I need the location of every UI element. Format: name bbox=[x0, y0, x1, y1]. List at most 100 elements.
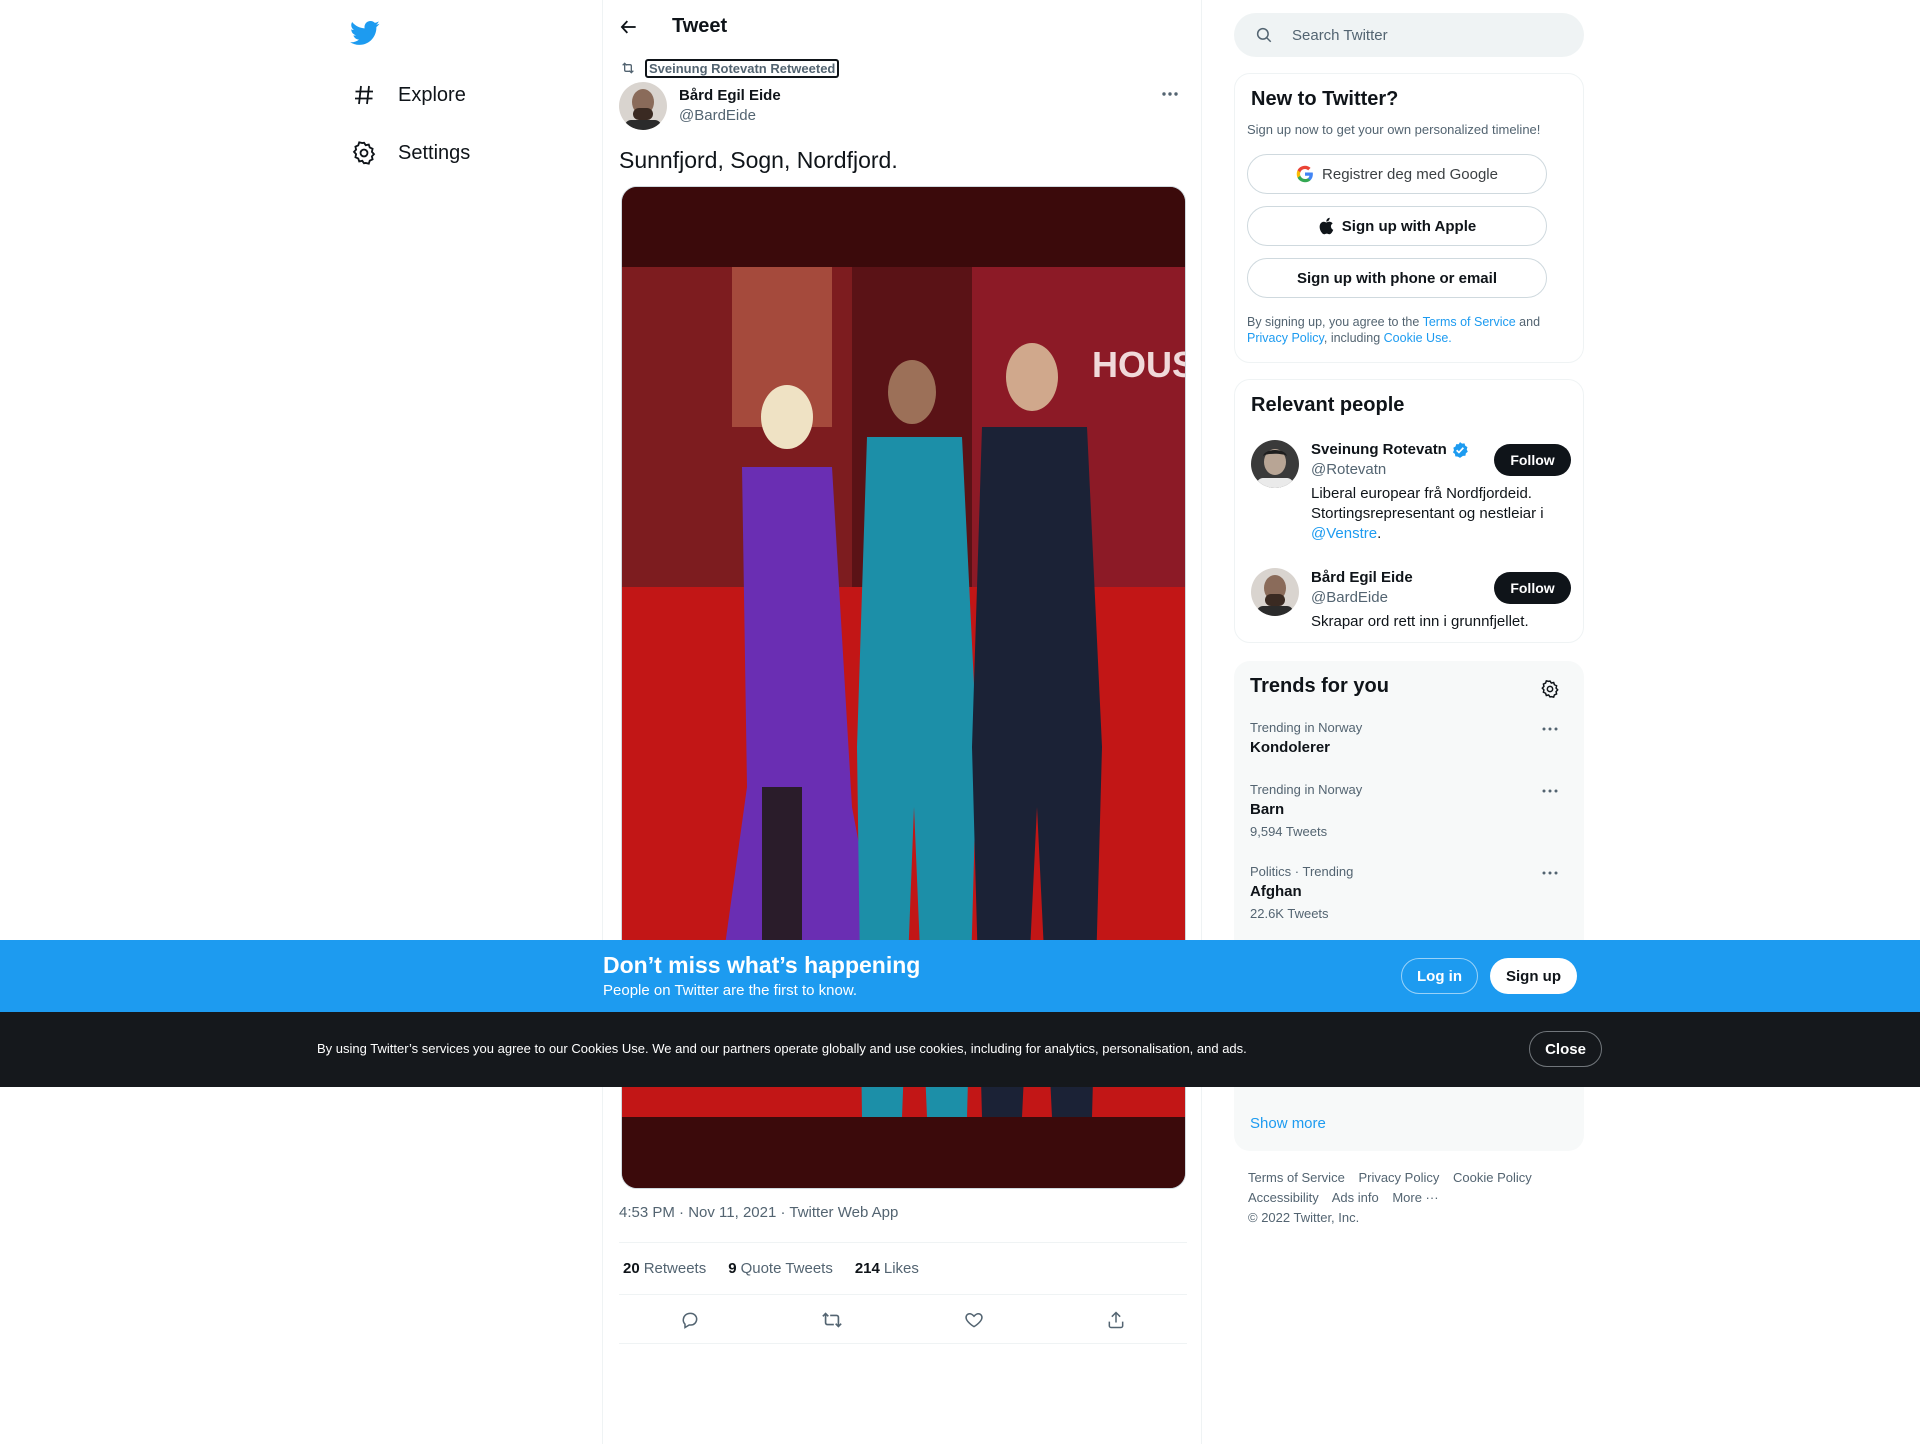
retweets-stat[interactable]: 20 Retweets bbox=[623, 1260, 706, 1277]
trend-category: Trending in Norway bbox=[1250, 782, 1363, 797]
trend-item[interactable]: Politics · Trending Afghan 22.6K Tweets bbox=[1250, 863, 1570, 925]
reply-icon bbox=[682, 1312, 698, 1329]
footer-copyright: © 2022 Twitter, Inc. bbox=[1248, 1210, 1360, 1225]
signup-button[interactable]: Sign up bbox=[1490, 958, 1577, 994]
apple-icon bbox=[1318, 217, 1334, 235]
retweeted-by: Sveinung Rotevatn Retweeted bbox=[619, 58, 840, 78]
nav-settings-label: Settings bbox=[398, 141, 471, 164]
bio-mention-link[interactable]: @Venstre bbox=[1311, 525, 1377, 542]
trend-item[interactable]: Trending in Norway Barn 9,594 Tweets bbox=[1250, 781, 1570, 843]
trends-show-more-link[interactable]: Show more bbox=[1250, 1115, 1326, 1132]
signup-google-label: Registrer deg med Google bbox=[1322, 165, 1498, 183]
quote-tweets-stat[interactable]: 9 Quote Tweets bbox=[728, 1260, 833, 1277]
tweet-text: Sunnfjord, Sogn, Nordfjord. bbox=[619, 147, 898, 173]
share-icon bbox=[1108, 1310, 1124, 1328]
page-title: Tweet bbox=[672, 15, 728, 37]
google-icon bbox=[1296, 165, 1314, 183]
search-input[interactable] bbox=[1292, 26, 1552, 44]
follow-button[interactable]: Follow bbox=[1494, 572, 1571, 604]
trend-name: Afghan bbox=[1250, 883, 1302, 900]
avatar[interactable] bbox=[1251, 440, 1299, 488]
person-name[interactable]: Sveinung Rotevatn bbox=[1311, 440, 1469, 460]
search-box[interactable] bbox=[1234, 13, 1584, 57]
footer-privacy-link[interactable]: Privacy Policy bbox=[1358, 1170, 1439, 1185]
cookie-banner-text: By using Twitter’s services you agree to… bbox=[317, 1041, 1247, 1056]
author-handle[interactable]: @BardEide bbox=[679, 106, 781, 126]
signup-banner: Don’t miss what’s happening People on Tw… bbox=[0, 940, 1920, 1012]
person-name[interactable]: Bård Egil Eide bbox=[1311, 568, 1413, 588]
signup-google-button[interactable]: Registrer deg med Google bbox=[1247, 154, 1547, 194]
person-handle[interactable]: @Rotevatn bbox=[1311, 460, 1386, 480]
nav-settings[interactable]: Settings bbox=[350, 127, 470, 179]
like-button[interactable] bbox=[957, 1303, 991, 1337]
more-dots-icon bbox=[1542, 727, 1558, 731]
tweet-timestamp[interactable]: 4:53 PM · Nov 11, 2021 · Twitter Web App bbox=[619, 1204, 898, 1221]
cookie-use-link[interactable]: Cookie Use. bbox=[1384, 331, 1452, 345]
trend-more-button[interactable] bbox=[1538, 719, 1562, 739]
footer-links: Terms of Service Privacy Policy Cookie P… bbox=[1248, 1168, 1578, 1228]
person-bio: Liberal europear frå Nordfjordeid. Stort… bbox=[1311, 484, 1561, 544]
trends-title: Trends for you bbox=[1250, 675, 1389, 697]
login-button[interactable]: Log in bbox=[1401, 958, 1478, 994]
cookie-close-button[interactable]: Close bbox=[1529, 1031, 1602, 1067]
arrow-left-icon bbox=[620, 20, 636, 33]
more-dots-icon bbox=[1542, 789, 1558, 793]
quote-tweets-count: 9 bbox=[728, 1260, 737, 1277]
heart-icon bbox=[965, 1312, 983, 1328]
person-handle[interactable]: @BardEide bbox=[1311, 588, 1388, 608]
signup-banner-title: Don’t miss what’s happening bbox=[603, 952, 921, 978]
more-options-button[interactable] bbox=[1155, 84, 1185, 104]
legal-and: and bbox=[1519, 315, 1541, 329]
author-avatar[interactable] bbox=[619, 82, 667, 130]
tweet-author[interactable]: Bård Egil Eide @BardEide bbox=[619, 82, 781, 130]
quote-tweets-label: Quote Tweets bbox=[740, 1260, 833, 1277]
trends-settings-button[interactable] bbox=[1538, 677, 1562, 701]
follow-button[interactable]: Follow bbox=[1494, 444, 1571, 476]
gear-icon bbox=[1541, 679, 1559, 699]
footer-cookie-link[interactable]: Cookie Policy bbox=[1453, 1170, 1532, 1185]
person-name-text: Sveinung Rotevatn bbox=[1311, 441, 1447, 458]
footer-ads-info-link[interactable]: Ads info bbox=[1332, 1190, 1379, 1205]
new-to-twitter-subtitle: Sign up now to get your own personalized… bbox=[1247, 122, 1541, 137]
verified-badge-icon bbox=[1451, 441, 1469, 459]
retweet-button[interactable] bbox=[815, 1303, 849, 1337]
nav-explore[interactable]: Explore bbox=[350, 69, 466, 121]
signup-apple-label: Sign up with Apple bbox=[1341, 217, 1477, 235]
cookie-banner: By using Twitter’s services you agree to… bbox=[0, 1012, 1920, 1087]
terms-of-service-link[interactable]: Terms of Service bbox=[1423, 315, 1516, 329]
relevant-people-title: Relevant people bbox=[1251, 394, 1405, 416]
footer-accessibility-link[interactable]: Accessibility bbox=[1248, 1190, 1319, 1205]
likes-stat[interactable]: 214 Likes bbox=[855, 1260, 919, 1277]
trend-name: Kondolerer bbox=[1250, 739, 1331, 756]
hashtag-icon bbox=[350, 81, 378, 109]
new-to-twitter-title: New to Twitter? bbox=[1251, 88, 1399, 110]
trend-more-button[interactable] bbox=[1538, 781, 1562, 801]
trend-category: Politics · Trending bbox=[1250, 864, 1354, 879]
retweets-count: 20 bbox=[623, 1260, 640, 1277]
footer-terms-link[interactable]: Terms of Service bbox=[1248, 1170, 1345, 1185]
privacy-policy-link[interactable]: Privacy Policy bbox=[1247, 331, 1324, 345]
signup-apple-button[interactable]: Sign up with Apple bbox=[1247, 206, 1547, 246]
trend-more-button[interactable] bbox=[1538, 863, 1562, 883]
trend-item[interactable]: Trending in Norway Kondolerer bbox=[1250, 719, 1570, 759]
back-button[interactable] bbox=[611, 9, 647, 45]
author-name[interactable]: Bård Egil Eide bbox=[679, 86, 781, 106]
reply-button[interactable] bbox=[673, 1303, 707, 1337]
trend-tweet-count: 9,594 Tweets bbox=[1250, 824, 1328, 839]
tweet-actions bbox=[619, 1296, 1187, 1344]
person-bio: Skrapar ord rett inn i grunnfjellet. bbox=[1311, 612, 1561, 632]
twitter-logo-icon[interactable] bbox=[350, 18, 384, 52]
gear-icon bbox=[350, 139, 378, 167]
likes-count: 214 bbox=[854, 1260, 880, 1277]
avatar[interactable] bbox=[1251, 568, 1299, 616]
retweets-label: Retweets bbox=[643, 1260, 707, 1277]
person-name-text: Bård Egil Eide bbox=[1311, 569, 1413, 586]
retweeted-by-link[interactable]: Sveinung Rotevatn Retweeted bbox=[645, 58, 840, 78]
footer-more-link[interactable]: More ··· bbox=[1392, 1190, 1438, 1205]
share-button[interactable] bbox=[1099, 1303, 1133, 1337]
bio-end: . bbox=[1377, 525, 1382, 542]
relevant-people-card: Relevant people Sveinung Rotevatn @Rotev… bbox=[1234, 379, 1584, 643]
page-header: Tweet bbox=[603, 0, 1203, 53]
tweet-stats: 20 Retweets 9 Quote Tweets 214 Likes bbox=[619, 1242, 1187, 1295]
signup-phone-email-button[interactable]: Sign up with phone or email bbox=[1247, 258, 1547, 298]
